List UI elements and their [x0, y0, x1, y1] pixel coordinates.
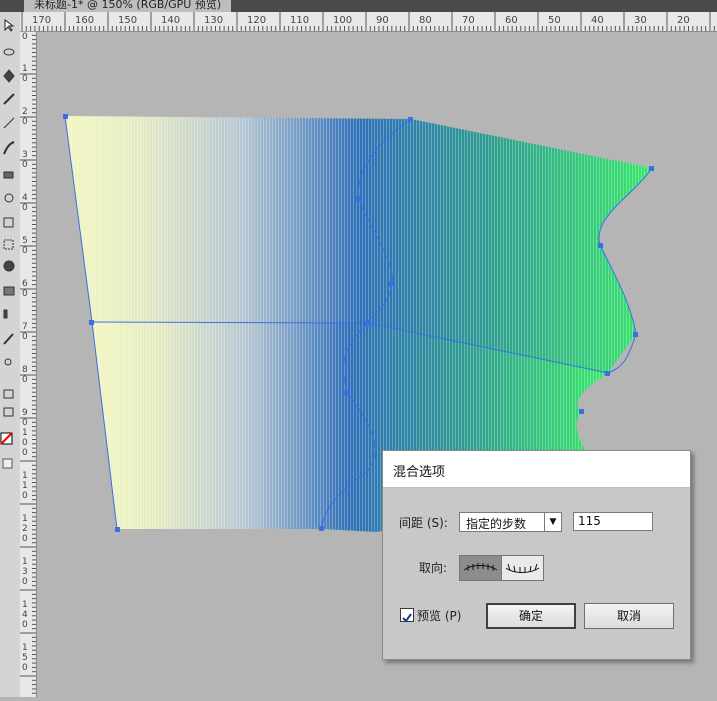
ruler-label: 80: [419, 15, 432, 26]
ruler-label: 110: [22, 471, 28, 501]
chevron-down-icon[interactable]: ▼: [544, 513, 561, 531]
ruler-label: 10: [22, 64, 28, 84]
ruler-label: 110: [290, 15, 310, 26]
pen-tool-icon[interactable]: [3, 69, 15, 83]
orientation-label: 取向:: [419, 561, 448, 575]
ruler-label: 90: [376, 15, 389, 26]
rotate-tool-icon[interactable]: [4, 193, 14, 203]
rectangle-tool-icon[interactable]: [3, 286, 15, 296]
dialog-title: 混合选项: [393, 465, 446, 480]
ruler-label: 30: [634, 15, 647, 26]
cancel-button[interactable]: 取消: [584, 603, 674, 629]
ruler-label: 60: [505, 15, 518, 26]
horizontal-ruler: 170 160 150 140 130 120 110 100 90 80 70…: [20, 12, 717, 32]
ok-button[interactable]: 确定: [486, 603, 576, 629]
steps-input[interactable]: 115: [573, 512, 653, 531]
ruler-label: 130: [204, 15, 224, 26]
ruler-label: 90: [22, 408, 28, 428]
blob-brush-tool-icon[interactable]: [3, 260, 15, 272]
ruler-label: 70: [22, 322, 28, 342]
scale-tool-icon[interactable]: [3, 217, 14, 228]
ruler-label: 20: [677, 15, 690, 26]
zoom-tool-icon[interactable]: [4, 358, 12, 366]
preview-checkbox[interactable]: [400, 608, 414, 623]
ruler-label: 100: [333, 15, 353, 26]
checkmark-icon: [402, 613, 412, 623]
tool-icons: [0, 19, 15, 469]
symbol-tool-icon[interactable]: [3, 389, 14, 399]
align-to-page-icon: [463, 563, 498, 571]
ruler-label: 150: [22, 643, 28, 673]
spacing-select[interactable]: 指定的步数 ▼: [459, 512, 562, 532]
preview-label: 预览 (P): [417, 609, 462, 623]
blend-options-dialog: 混合选项 间距 (S): 指定的步数 ▼ 115 取向: 预览 (P) 确定 取…: [382, 450, 691, 660]
line-tool-icon[interactable]: [3, 117, 15, 129]
align-to-page-button[interactable]: [459, 555, 502, 581]
ruler-label: 160: [75, 15, 95, 26]
ruler-label: 130: [22, 557, 28, 587]
align-to-path-icon: [505, 563, 540, 573]
free-transform-tool-icon[interactable]: [3, 239, 14, 250]
ruler-label: 50: [22, 236, 28, 256]
ruler-label: 60: [22, 279, 28, 299]
spacing-label: 间距 (S):: [399, 516, 448, 530]
eyedropper-tool-icon[interactable]: [3, 333, 14, 345]
ruler-label: 120: [247, 15, 267, 26]
brush-tool-icon[interactable]: [3, 141, 15, 155]
dialog-title-bar[interactable]: 混合选项: [383, 451, 690, 488]
ruler-label: 80: [22, 365, 28, 385]
lasso-tool-icon[interactable]: [3, 48, 15, 56]
ruler-label: 140: [22, 600, 28, 630]
ruler-label: 120: [22, 514, 28, 544]
ruler-label: 150: [118, 15, 138, 26]
artboard-tool-icon[interactable]: [3, 407, 14, 417]
ruler-label: 30: [22, 150, 28, 170]
ruler-label: 70: [462, 15, 475, 26]
vertical-ruler: 0 10 20 30 40 50 60 70 80 90 100 110 120…: [20, 31, 37, 697]
document-tab[interactable]: 未标题-1* @ 150% (RGB/GPU 预览): [24, 0, 232, 12]
document-tab-bar: 未标题-1* @ 150% (RGB/GPU 预览): [0, 0, 717, 12]
direct-select-tool-icon[interactable]: [4, 19, 15, 32]
ruler-label: 40: [22, 193, 28, 213]
graph-tool-icon[interactable]: [3, 309, 8, 319]
eraser-tool-icon[interactable]: [3, 171, 14, 179]
fill-stroke-swatch[interactable]: [0, 432, 13, 445]
spacing-select-value: 指定的步数: [466, 517, 527, 531]
tools-panel: [0, 12, 21, 697]
vertical-ruler-ticks: [20, 31, 36, 694]
ruler-label: 0: [22, 32, 28, 42]
ruler-label: 40: [591, 15, 604, 26]
document-tab-title: 未标题-1* @ 150% (RGB/GPU 预览): [34, 0, 222, 11]
align-to-path-button[interactable]: [501, 555, 544, 581]
ruler-label: 140: [161, 15, 181, 26]
pencil-tool-icon[interactable]: [3, 93, 15, 105]
ruler-label: 100: [22, 428, 28, 458]
ruler-label: 50: [548, 15, 561, 26]
draw-mode-icon[interactable]: [2, 458, 13, 469]
ruler-label: 170: [32, 15, 52, 26]
ruler-label: 20: [22, 107, 28, 127]
